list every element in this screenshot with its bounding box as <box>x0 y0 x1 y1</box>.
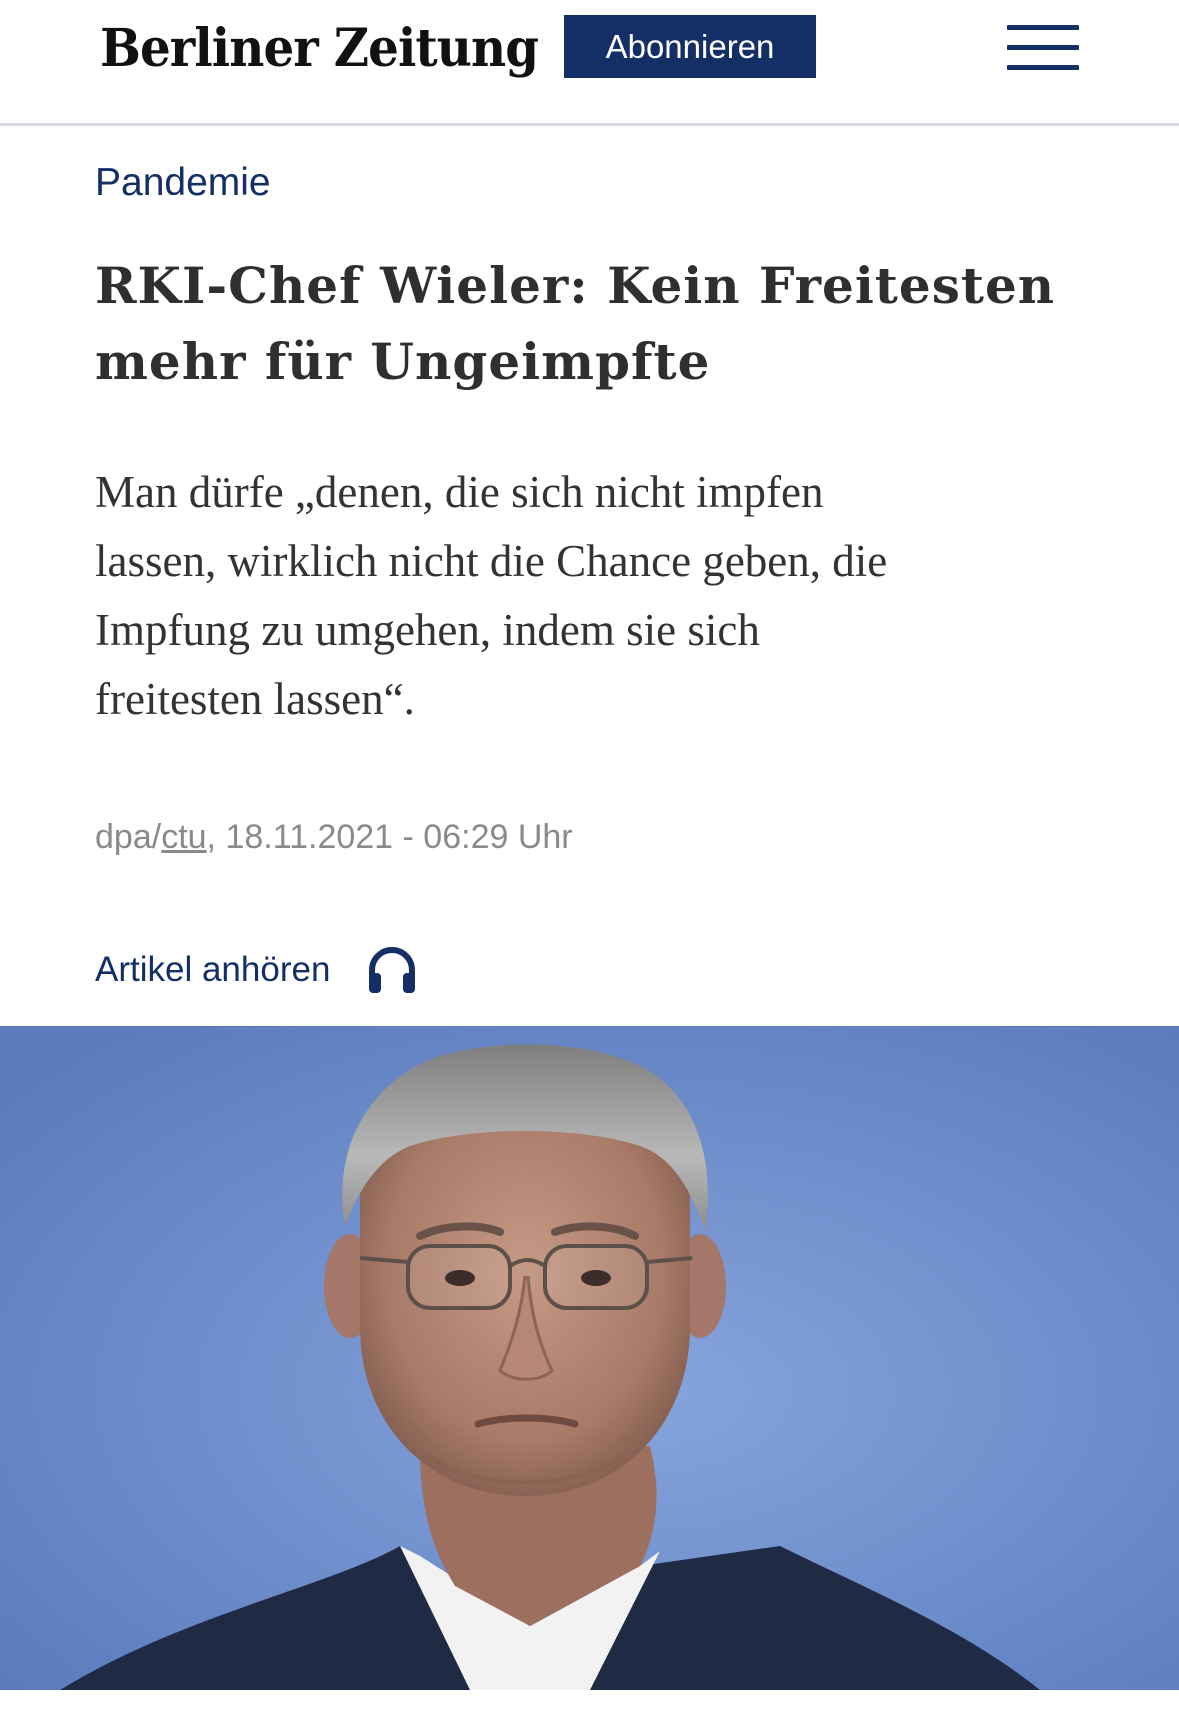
listen-to-article-button[interactable]: Artikel anhören <box>95 940 420 1000</box>
article-byline: dpa/ctu, 18.11.2021 - 06:29 Uhr <box>95 815 573 859</box>
menu-bar <box>1007 45 1079 50</box>
byline-datetime: 18.11.2021 - 06:29 Uhr <box>216 818 573 856</box>
portrait-illustration <box>0 1026 1179 1690</box>
site-logo[interactable]: Berliner Zeitung <box>100 12 539 86</box>
menu-bar <box>1007 25 1079 30</box>
byline-source: dpa/ <box>95 818 162 856</box>
headphones-icon <box>369 947 416 993</box>
teaser-line: freitesten lassen“. <box>95 674 415 724</box>
byline-author-link[interactable]: ctu <box>161 818 206 856</box>
menu-bar <box>1007 65 1079 70</box>
article-headline: RKI-Chef Wieler: Kein Freitesten mehr fü… <box>95 248 1135 400</box>
article-kicker[interactable]: Pandemie <box>95 160 271 206</box>
byline-separator: , <box>206 818 216 856</box>
listen-label: Artikel anhören <box>95 950 331 989</box>
headline-line: mehr für Ungeimpfte <box>95 332 711 391</box>
teaser-line: Impfung zu umgehen, indem sie sich <box>95 605 760 655</box>
article-photo <box>0 1026 1179 1690</box>
page-bottom-strip <box>0 1690 1179 1713</box>
site-header: Berliner Zeitung Abonnieren <box>0 0 1179 126</box>
subscribe-button[interactable]: Abonnieren <box>564 15 816 78</box>
article-teaser: Man dürfe „denen, die sich nicht impfen … <box>95 458 1095 734</box>
headline-line: RKI-Chef Wieler: Kein Freitesten <box>95 256 1056 315</box>
hamburger-menu-icon[interactable] <box>1005 22 1083 74</box>
teaser-line: Man dürfe „denen, die sich nicht impfen <box>95 467 824 517</box>
teaser-line: lassen, wirklich nicht die Chance geben,… <box>95 536 888 586</box>
